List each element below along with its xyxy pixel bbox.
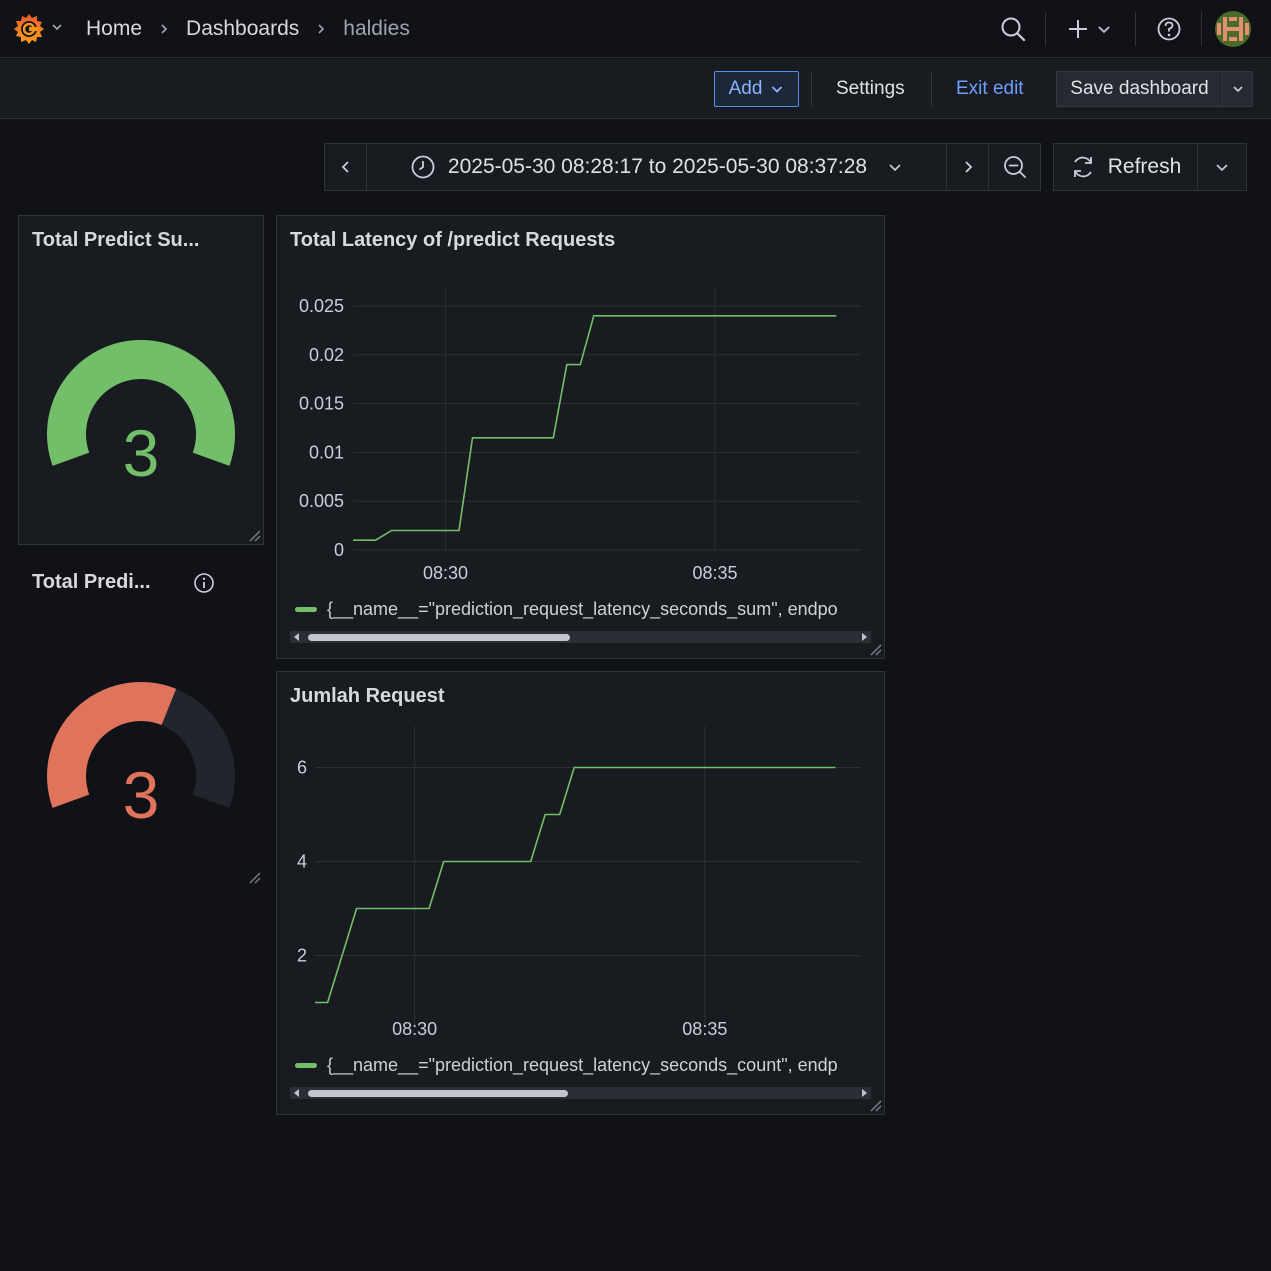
legend-scrollbar[interactable] [290,1087,871,1099]
gauge-panel-total[interactable]: Total Predi... 3 [18,557,264,887]
divider [931,71,932,107]
info-icon[interactable] [193,572,215,594]
time-shift-forward-button[interactable] [947,144,989,190]
refresh-label: Refresh [1107,155,1182,178]
top-bar: Home Dashboards haldies [0,0,1271,58]
scrollbar-thumb[interactable] [308,634,570,641]
add-button[interactable]: Add [714,71,799,107]
edit-toolbar: Add Settings Exit edit Save dashboard [0,59,1271,119]
divider [1201,12,1202,46]
gauge-success: 3 [47,340,235,490]
gauge-panel-success[interactable]: Total Predict Su... 3 [18,215,264,545]
chevron-right-icon [161,24,168,34]
save-dashboard-button[interactable]: Save dashboard [1056,71,1223,107]
timeseries-panel-requests[interactable]: Jumlah Request 2 4 6 08:30 08:35 {__name__="… [276,671,885,1115]
series-line[interactable] [353,315,837,542]
y-tick-label: 0.01 [309,442,344,462]
zoom-out-button[interactable] [989,144,1040,190]
y-tick-label: 0 [334,540,344,560]
latency-chart: 0 0.005 0.01 0.015 0.02 0.025 08:30 08:35 [299,288,860,583]
y-tick-label: 0.025 [299,296,344,316]
scroll-right-icon[interactable] [859,632,869,642]
chevron-right-icon [964,161,972,173]
clock-icon [411,155,435,179]
y-tick-label: 0.005 [299,491,344,511]
legend-swatch [295,607,317,612]
zoom-out-icon [1003,156,1026,178]
panel-title: Total Predict Su... [32,229,200,251]
chevron-down-icon [889,164,901,172]
chevron-down-icon [1232,86,1243,93]
time-range-label: 2025-05-30 08:28:17 to 2025-05-30 08:37:… [447,155,868,178]
legend-label: {__name__="prediction_request_latency_se… [327,599,838,619]
avatar[interactable] [1215,11,1251,47]
scrollbar-thumb[interactable] [308,1090,568,1097]
resize-handle-icon[interactable] [247,870,261,884]
time-range-picker: 2025-05-30 08:28:17 to 2025-05-30 08:37:… [324,143,1041,191]
chevron-right-icon [318,24,325,34]
legend-item[interactable]: {__name__="prediction_request_latency_se… [295,1055,870,1076]
refresh-interval-button[interactable] [1198,144,1246,190]
requests-chart: 2 4 6 08:30 08:35 [297,726,860,1039]
refresh-picker: Refresh [1053,143,1247,191]
resize-handle-icon[interactable] [868,1098,882,1112]
breadcrumb-current: haldies [343,17,410,40]
time-range-button[interactable]: 2025-05-30 08:28:17 to 2025-05-30 08:37:… [367,144,947,190]
gauge-value: 3 [123,416,160,490]
x-tick-label: 08:30 [423,563,468,583]
breadcrumb-home[interactable]: Home [86,17,142,41]
add-label: Add [728,78,763,99]
refresh-button[interactable]: Refresh [1054,144,1198,190]
exit-edit-button[interactable]: Exit edit [956,71,1024,107]
legend-label: {__name__="prediction_request_latency_se… [327,1055,838,1075]
timeseries-panel-latency[interactable]: Total Latency of /predict Requests 0 0.00… [276,215,885,659]
legend-swatch [295,1063,317,1068]
panel-title: Total Predi... [32,571,151,593]
scroll-right-icon[interactable] [859,1088,869,1098]
sync-icon [1073,156,1092,178]
divider [811,71,812,107]
y-tick-label: 2 [297,946,307,966]
gauge-total: 3 [46,682,235,832]
breadcrumb-dashboards[interactable]: Dashboards [186,17,299,41]
legend-scrollbar[interactable] [290,631,871,643]
x-tick-label: 08:35 [682,1019,727,1039]
time-shift-back-button[interactable] [325,144,367,190]
gauge-value: 3 [123,758,160,832]
resize-handle-icon[interactable] [868,642,882,656]
x-tick-label: 08:35 [693,563,738,583]
plus-icon[interactable] [1066,17,1090,41]
divider [1045,12,1046,46]
y-tick-label: 0.015 [299,394,344,414]
resize-handle-icon[interactable] [247,528,261,542]
chevron-down-icon[interactable] [50,20,64,34]
x-tick-label: 08:30 [392,1019,437,1039]
save-options-button[interactable] [1222,71,1253,107]
help-icon[interactable] [1156,16,1182,42]
chevron-left-icon [341,161,349,173]
scroll-left-icon[interactable] [292,632,302,642]
settings-button[interactable]: Settings [836,71,905,107]
search-icon[interactable] [999,15,1027,43]
grafana-logo-icon[interactable] [11,11,47,47]
chevron-down-icon[interactable] [1096,21,1112,37]
y-tick-label: 4 [297,852,307,872]
breadcrumb: Home Dashboards haldies [86,15,410,43]
y-tick-label: 6 [297,758,307,778]
y-tick-label: 0.02 [309,345,344,365]
legend-item[interactable]: {__name__="prediction_request_latency_se… [295,599,870,620]
divider [1135,12,1136,46]
scroll-left-icon[interactable] [292,1088,302,1098]
chevron-down-icon [1216,164,1228,172]
series-line[interactable] [315,766,836,1004]
chevron-down-icon [772,86,783,93]
